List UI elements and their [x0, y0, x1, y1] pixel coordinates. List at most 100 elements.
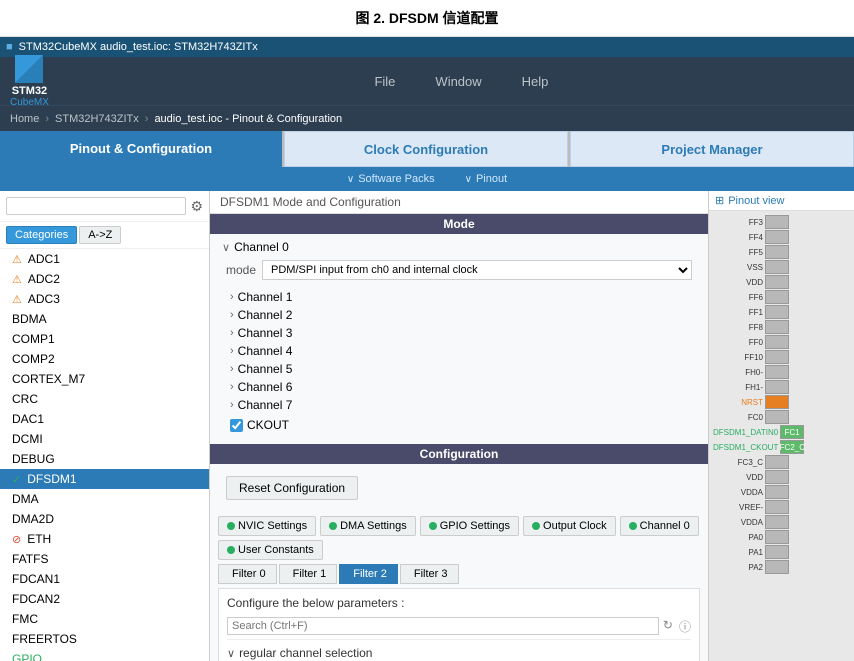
- center-panel: DFSDM1 Mode and Configuration Mode ∨ Cha…: [210, 191, 709, 661]
- channel-4-row[interactable]: › Channel 4: [210, 342, 708, 360]
- sidebar-item-comp2[interactable]: COMP2: [0, 349, 209, 369]
- channel-6-row[interactable]: › Channel 6: [210, 378, 708, 396]
- pinout-label: Pinout view: [728, 195, 784, 207]
- pin-fc2c-box: FC2_C: [780, 440, 804, 454]
- center-header: DFSDM1 Mode and Configuration: [210, 191, 708, 214]
- config-tabs: NVIC Settings DMA Settings GPIO Settings…: [210, 512, 708, 564]
- pin-fc1: DFSDM1_DATIN0 FC1: [713, 425, 850, 439]
- channel-3-row[interactable]: › Channel 3: [210, 324, 708, 342]
- sidebar-item-dcmi[interactable]: DCMI: [0, 429, 209, 449]
- sidebar-item-fatfs[interactable]: FATFS: [0, 549, 209, 569]
- sidebar-item-dma[interactable]: DMA: [0, 489, 209, 509]
- sub-tab-pinout[interactable]: ∨ Pinout: [465, 173, 508, 185]
- nav-help[interactable]: Help: [522, 74, 549, 89]
- output-clock-dot: [532, 522, 540, 530]
- ch5-toggle: ›: [230, 363, 234, 375]
- sidebar-item-dfsdm1[interactable]: DFSDM1: [0, 469, 209, 489]
- ch7-label: Channel 7: [238, 398, 293, 412]
- channel-5-row[interactable]: › Channel 5: [210, 360, 708, 378]
- channel-selection-label: regular channel selection: [239, 646, 372, 660]
- pinout-view-header[interactable]: ⊞ Pinout view: [709, 191, 854, 211]
- sub-tab-software-packs[interactable]: ∨ Software Packs: [347, 173, 435, 185]
- pin-fc3c: FC3_C: [713, 455, 850, 469]
- tab-bar: Pinout & Configuration Clock Configurati…: [0, 131, 854, 167]
- pin-ff8: FF8: [713, 320, 850, 334]
- sidebar-item-adc3[interactable]: ADC3: [0, 289, 209, 309]
- config-tab-nvic[interactable]: NVIC Settings: [218, 516, 316, 536]
- channel-0-row[interactable]: ∨ Channel 0: [218, 238, 700, 256]
- tab-clock[interactable]: Clock Configuration: [284, 131, 568, 167]
- tab-project[interactable]: Project Manager: [570, 131, 854, 167]
- sidebar-item-fdcan2[interactable]: FDCAN2: [0, 589, 209, 609]
- config-tab-channel0[interactable]: Channel 0: [620, 516, 699, 536]
- config-tab-output-clock[interactable]: Output Clock: [523, 516, 616, 536]
- sidebar-item-fdcan1[interactable]: FDCAN1: [0, 569, 209, 589]
- pin-vdd2: VDD: [713, 470, 850, 484]
- gear-icon[interactable]: ⚙: [190, 198, 203, 215]
- figure-title: 图 2. DFSDM 信道配置: [0, 0, 854, 37]
- pin-vdda2: VDDA: [713, 515, 850, 529]
- pin-list: FF3 FF4 FF5 VSS VDD FF6 FF1 FF8 FF0 FF10…: [709, 211, 854, 578]
- user-constants-dot: [227, 546, 235, 554]
- nvic-dot: [227, 522, 235, 530]
- channel-1-row[interactable]: › Channel 1: [210, 288, 708, 306]
- ch4-label: Channel 4: [238, 344, 293, 358]
- reset-btn-area: Reset Configuration: [210, 464, 708, 512]
- ch6-label: Channel 6: [238, 380, 293, 394]
- config-tab-dma[interactable]: DMA Settings: [320, 516, 416, 536]
- sidebar-item-crc[interactable]: CRC: [0, 389, 209, 409]
- pin-vref: VREF-: [713, 500, 850, 514]
- sidebar-item-comp1[interactable]: COMP1: [0, 329, 209, 349]
- sidebar-item-fmc[interactable]: FMC: [0, 609, 209, 629]
- pin-ff5: FF5: [713, 245, 850, 259]
- app-header: STM32 CubeMX File Window Help: [0, 57, 854, 105]
- pin-vdd: VDD: [713, 275, 850, 289]
- sidebar-item-bdma[interactable]: BDMA: [0, 309, 209, 329]
- ch2-label: Channel 2: [238, 308, 293, 322]
- main-content: ⚙ Categories A->Z ADC1 ADC2 ADC3 BDMA CO…: [0, 191, 854, 661]
- config-tab-user-constants[interactable]: User Constants: [218, 540, 323, 560]
- sidebar-search-input[interactable]: [6, 197, 186, 215]
- nav-file[interactable]: File: [374, 74, 395, 89]
- sidebar: ⚙ Categories A->Z ADC1 ADC2 ADC3 BDMA CO…: [0, 191, 210, 661]
- params-search-input[interactable]: [227, 617, 659, 635]
- channel-selection-row[interactable]: ∨ regular channel selection: [227, 644, 691, 661]
- channel-0-label: Channel 0: [234, 240, 289, 254]
- breadcrumb: Home › STM32H743ZITx › audio_test.ioc - …: [0, 105, 854, 131]
- filter-tab-0[interactable]: Filter 0: [218, 564, 277, 584]
- breadcrumb-mcu[interactable]: STM32H743ZITx: [55, 113, 139, 125]
- gpio-dot: [429, 522, 437, 530]
- sidebar-item-dma2d[interactable]: DMA2D: [0, 509, 209, 529]
- ckout-checkbox[interactable]: [230, 419, 243, 432]
- sidebar-item-adc1[interactable]: ADC1: [0, 249, 209, 269]
- sidebar-item-adc2[interactable]: ADC2: [0, 269, 209, 289]
- cat-btn-categories[interactable]: Categories: [6, 226, 77, 244]
- ch7-toggle: ›: [230, 399, 234, 411]
- breadcrumb-home[interactable]: Home: [10, 113, 39, 125]
- channel-7-row[interactable]: › Channel 7: [210, 396, 708, 414]
- sidebar-item-gpio[interactable]: GPIO: [0, 649, 209, 661]
- params-icon-refresh[interactable]: ↻: [663, 618, 673, 635]
- dma-dot: [329, 522, 337, 530]
- sidebar-item-debug[interactable]: DEBUG: [0, 449, 209, 469]
- sidebar-item-eth[interactable]: ETH: [0, 529, 209, 549]
- config-tab-gpio[interactable]: GPIO Settings: [420, 516, 519, 536]
- sidebar-item-dac1[interactable]: DAC1: [0, 409, 209, 429]
- filter-tab-1[interactable]: Filter 1: [279, 564, 338, 584]
- params-icon-info[interactable]: ⓘ: [679, 618, 691, 635]
- nav-window[interactable]: Window: [435, 74, 481, 89]
- sidebar-item-freertos[interactable]: FREERTOS: [0, 629, 209, 649]
- channel0-dot: [629, 522, 637, 530]
- sidebar-item-cortex[interactable]: CORTEX_M7: [0, 369, 209, 389]
- filter-tab-3[interactable]: Filter 3: [400, 564, 459, 584]
- cat-btn-az[interactable]: A->Z: [79, 226, 121, 244]
- filter-tab-2[interactable]: Filter 2: [339, 564, 398, 584]
- reset-button[interactable]: Reset Configuration: [226, 476, 358, 500]
- channel-2-row[interactable]: › Channel 2: [210, 306, 708, 324]
- params-label: Configure the below parameters :: [227, 593, 691, 613]
- mode-select[interactable]: PDM/SPI input from ch0 and internal cloc…: [262, 260, 692, 280]
- config-section-label: Configuration: [210, 444, 708, 464]
- breadcrumb-file[interactable]: audio_test.ioc - Pinout & Configuration: [154, 113, 342, 125]
- pin-ff1: FF1: [713, 305, 850, 319]
- tab-pinout[interactable]: Pinout & Configuration: [0, 131, 282, 167]
